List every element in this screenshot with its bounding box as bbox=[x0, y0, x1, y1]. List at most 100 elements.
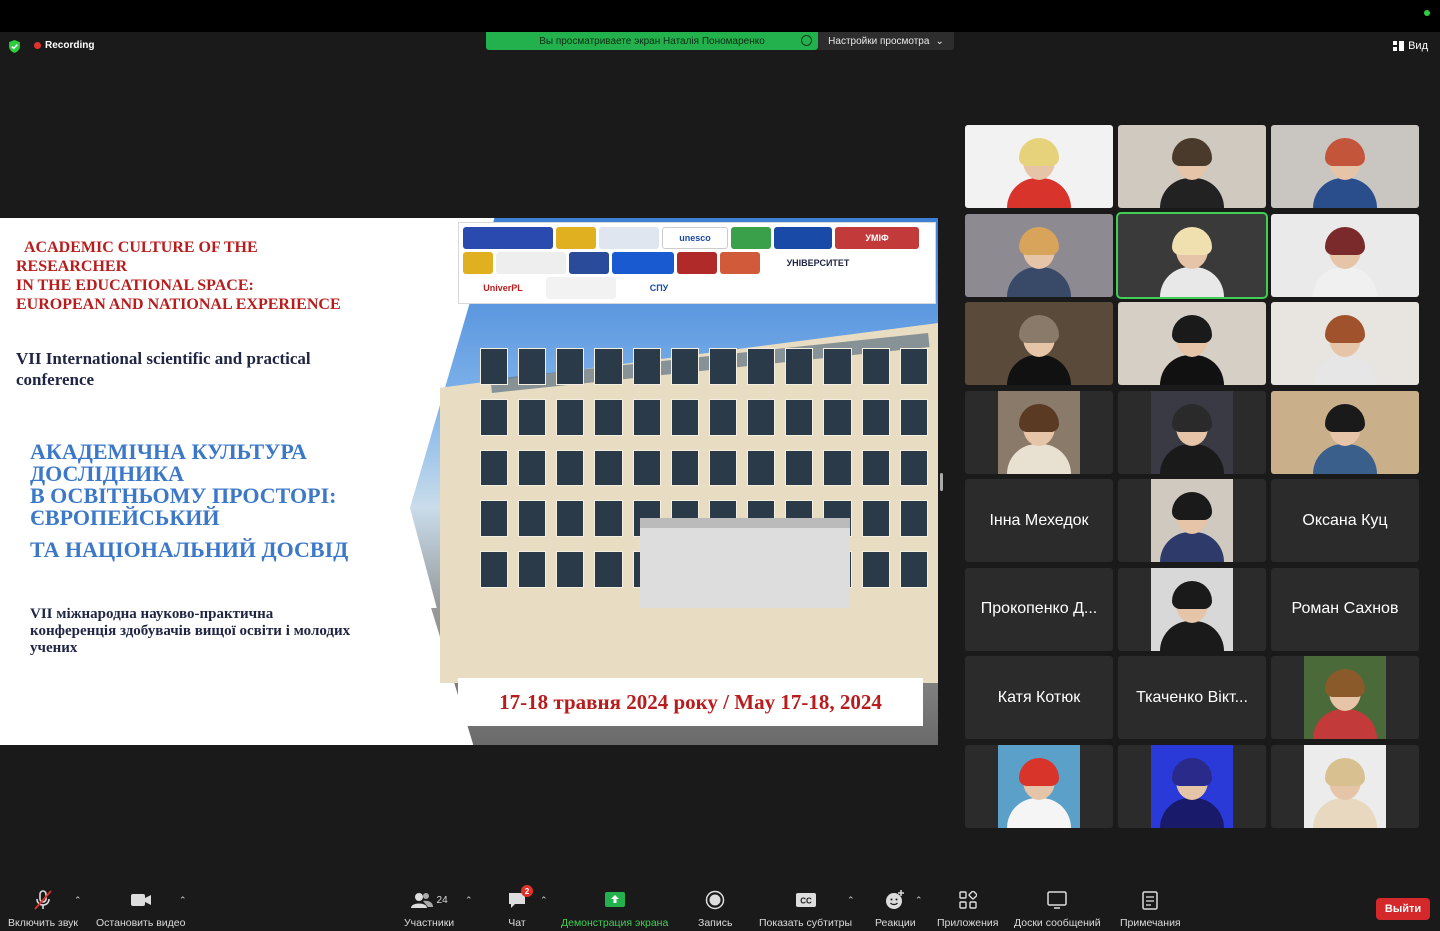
participant-video-avatar bbox=[1007, 138, 1071, 208]
umif-logo: УМІФ bbox=[835, 227, 919, 249]
participant-tile[interactable] bbox=[965, 213, 1113, 297]
title-line: EUROPEAN AND NATIONAL EXPERIENCE bbox=[16, 296, 341, 313]
english-title: ACADEMIC CULTURE OF THE RESEARCHER IN TH… bbox=[16, 238, 396, 314]
unmute-label: Включить звук bbox=[8, 917, 79, 929]
participant-video-avatar bbox=[1160, 315, 1224, 385]
participant-tile[interactable] bbox=[965, 390, 1113, 474]
participant-video-avatar bbox=[1007, 403, 1071, 474]
record-button[interactable]: Запись bbox=[698, 889, 732, 929]
participant-tile[interactable] bbox=[965, 125, 1113, 208]
participant-tile[interactable]: Прокопенко Д... bbox=[965, 567, 1113, 651]
captions-label: Показать субтитры bbox=[759, 917, 853, 929]
participant-tile[interactable] bbox=[1118, 567, 1266, 651]
apps-button[interactable]: Приложения bbox=[937, 889, 998, 929]
english-subtitle: VII International scientific and practic… bbox=[16, 349, 311, 389]
participant-video-avatar bbox=[1160, 757, 1224, 828]
participant-video-avatar bbox=[1313, 315, 1377, 385]
view-options-dropdown[interactable]: Настройки просмотра ⌄ bbox=[818, 32, 954, 50]
participant-video-feed bbox=[1151, 479, 1233, 562]
participant-tile[interactable]: Інна Мехедок bbox=[965, 479, 1113, 562]
reactions-chevron-icon[interactable]: ⌃ bbox=[915, 895, 923, 906]
participant-tile[interactable] bbox=[1271, 125, 1419, 208]
participant-video-avatar bbox=[1160, 492, 1224, 562]
window-titlebar bbox=[0, 0, 1440, 32]
participant-tile[interactable] bbox=[1116, 211, 1268, 299]
ukrainian-title: АКАДЕМІЧНА КУЛЬТУРА ДОСЛІДНИКА В ОСВІТНЬ… bbox=[30, 441, 390, 529]
notes-label: Примечания bbox=[1120, 917, 1181, 929]
encryption-shield-icon[interactable] bbox=[8, 40, 21, 53]
view-button[interactable]: Вид bbox=[1393, 40, 1428, 52]
captions-button[interactable]: CC Показать субтитры bbox=[759, 889, 852, 929]
record-label: Запись bbox=[698, 917, 733, 929]
participant-video-feed bbox=[1151, 567, 1233, 651]
partner-logo bbox=[731, 227, 771, 249]
participant-tile[interactable]: Оксана Куц bbox=[1271, 479, 1419, 562]
participant-tile[interactable] bbox=[1271, 390, 1419, 474]
participant-tile[interactable] bbox=[1271, 302, 1419, 385]
video-options-chevron-icon[interactable]: ⌃ bbox=[179, 895, 187, 906]
whiteboards-button[interactable]: Доски сообщений bbox=[1014, 889, 1101, 929]
recording-indicator[interactable]: Recording bbox=[34, 40, 94, 51]
closed-captions-icon: CC bbox=[795, 893, 816, 907]
participant-tile[interactable]: Ткаченко Вікт... bbox=[1118, 656, 1266, 739]
chat-chevron-icon[interactable]: ⌃ bbox=[540, 895, 548, 906]
captions-chevron-icon[interactable]: ⌃ bbox=[847, 895, 855, 906]
participant-name: Катя Котюк bbox=[997, 688, 1081, 706]
participant-video-avatar bbox=[1313, 138, 1377, 208]
participants-chevron-icon[interactable]: ⌃ bbox=[465, 895, 473, 906]
stop-video-button[interactable]: Остановить видео bbox=[96, 889, 185, 929]
title-line: В ОСВІТНЬОМУ ПРОСТОРІ: bbox=[30, 483, 337, 508]
chevron-down-icon: ⌄ bbox=[935, 35, 944, 47]
university-logo: УНІВЕРСИТЕТ bbox=[763, 252, 873, 274]
whiteboard-icon bbox=[1047, 891, 1068, 909]
participants-button[interactable]: 24 Участники bbox=[404, 889, 454, 929]
reactions-label: Реакции bbox=[875, 917, 916, 929]
participant-tile[interactable] bbox=[1118, 125, 1266, 208]
split-resize-handle[interactable] bbox=[940, 473, 943, 491]
partner-logo bbox=[677, 252, 717, 274]
apps-label: Приложения bbox=[937, 917, 999, 929]
participant-tile[interactable] bbox=[1271, 744, 1419, 828]
screen-share-banner: Вы просматриваете экран Наталія Пономаре… bbox=[486, 32, 818, 50]
participant-tile[interactable] bbox=[965, 744, 1113, 828]
title-line: ACADEMIC CULTURE OF THE bbox=[24, 239, 258, 256]
whiteboards-label: Доски сообщений bbox=[1014, 917, 1101, 929]
partner-logo bbox=[774, 227, 832, 249]
participant-tile[interactable] bbox=[965, 302, 1113, 385]
title-line: ЄВРОПЕЙСЬКИЙ bbox=[30, 505, 220, 530]
meeting-toolbar: Включить звук ⌃ Остановить видео ⌃ 24 Уч… bbox=[0, 885, 1440, 931]
participant-video-avatar bbox=[1007, 757, 1071, 828]
participant-video-avatar bbox=[1313, 757, 1377, 828]
participant-name: Прокопенко Д... bbox=[980, 600, 1098, 617]
chat-label: Чат bbox=[508, 917, 526, 929]
partner-logo bbox=[599, 227, 659, 249]
participant-name: Ткаченко Вікт... bbox=[1136, 688, 1248, 706]
participant-video-avatar bbox=[1313, 669, 1377, 739]
chat-button[interactable]: 2 Чат bbox=[507, 885, 533, 929]
participant-tile[interactable] bbox=[1271, 213, 1419, 297]
participant-name: Роман Сахнов bbox=[1291, 600, 1399, 617]
participant-name: Оксана Куц bbox=[1302, 511, 1388, 529]
building-entrance bbox=[640, 518, 850, 608]
audio-options-chevron-icon[interactable]: ⌃ bbox=[74, 895, 82, 906]
notes-button[interactable]: Примечания bbox=[1120, 889, 1181, 929]
leave-meeting-button[interactable]: Выйти bbox=[1376, 898, 1430, 920]
participant-tile[interactable] bbox=[1271, 656, 1419, 739]
participant-tile[interactable] bbox=[1118, 479, 1266, 562]
title-line: RESEARCHER bbox=[16, 258, 128, 275]
participant-tile[interactable] bbox=[1118, 302, 1266, 385]
svg-text:CC: CC bbox=[800, 897, 812, 906]
partner-logo bbox=[496, 252, 566, 274]
participant-tile[interactable]: Катя Котюк bbox=[965, 656, 1113, 739]
participant-tile[interactable] bbox=[1118, 744, 1266, 828]
participant-video-avatar bbox=[1007, 226, 1071, 297]
share-screen-button[interactable]: Демонстрация экрана bbox=[561, 889, 668, 929]
reactions-button[interactable]: Реакции bbox=[875, 889, 916, 929]
ukrainian-subtitle: VII міжнародна науково-практична конфере… bbox=[30, 606, 351, 656]
participants-count: 24 bbox=[436, 894, 448, 906]
participant-name: Інна Мехедок bbox=[989, 511, 1089, 529]
participant-tile[interactable] bbox=[1118, 390, 1266, 474]
unesco-logo: unesco bbox=[662, 227, 728, 249]
unmute-button[interactable]: Включить звук bbox=[8, 889, 78, 929]
participant-tile[interactable]: Роман Сахнов bbox=[1271, 567, 1419, 651]
